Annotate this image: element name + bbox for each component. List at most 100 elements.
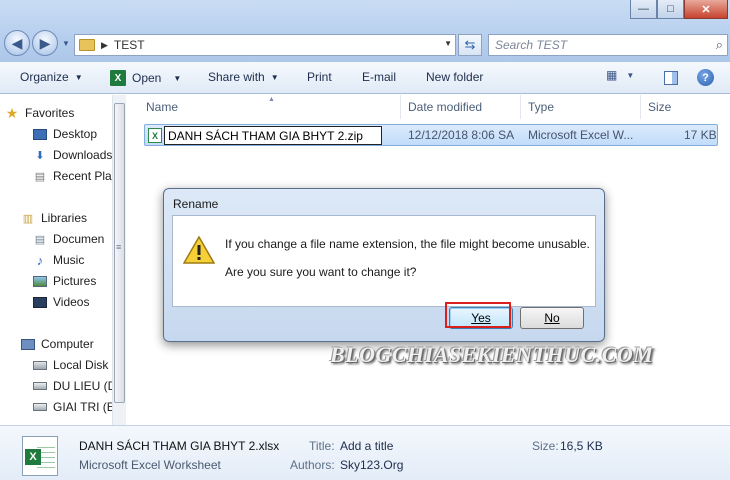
music-icon: ♪	[36, 252, 44, 268]
column-type[interactable]: Type	[528, 100, 554, 114]
navigation-pane: ★ Favorites Desktop ⬇ Downloads ▤ Recent…	[0, 95, 126, 425]
history-nav: ◀ ▶ ▼	[4, 30, 72, 56]
nav-giai-tri[interactable]: GIAI TRI (E:	[32, 400, 118, 414]
nav-du-lieu-label: DU LIEU (D	[53, 379, 117, 393]
file-row[interactable]: X DANH SÁCH THAM GIA BHYT 2.zip 12/12/20…	[144, 124, 718, 146]
no-button[interactable]: No	[520, 307, 584, 329]
excel-file-icon: X	[148, 128, 162, 143]
excel-file-large-icon: X	[22, 436, 58, 476]
rename-input[interactable]: DANH SÁCH THAM GIA BHYT 2.zip	[164, 126, 382, 145]
file-size: 17 KB	[684, 128, 717, 142]
search-placeholder: Search TEST	[495, 38, 568, 52]
drive-icon	[32, 379, 48, 393]
views-grid-icon: ▦	[606, 68, 618, 82]
nav-computer-label: Computer	[41, 337, 94, 351]
back-button[interactable]: ◀	[4, 30, 30, 56]
nav-videos-label: Videos	[53, 295, 90, 309]
forward-button[interactable]: ▶	[32, 30, 58, 56]
minimize-button[interactable]: —	[630, 0, 657, 19]
warning-icon	[183, 235, 215, 264]
star-icon: ★	[5, 104, 19, 121]
column-divider[interactable]	[640, 95, 641, 119]
nav-desktop-label: Desktop	[53, 127, 98, 141]
open-button[interactable]: X Open ▼	[110, 70, 181, 86]
dialog-message: If you change a file name extension, the…	[225, 237, 590, 251]
help-button[interactable]: ?	[697, 69, 714, 86]
column-date-modified[interactable]: Date modified	[408, 100, 482, 114]
file-date: 12/12/2018 8:06 SA	[408, 128, 515, 142]
column-headers: Name Date modified Type Size	[137, 95, 730, 119]
nav-downloads[interactable]: ⬇ Downloads	[32, 148, 112, 162]
window-chrome: — □ ✕ ◀ ▶ ▼ ▶ TEST ▼ ⇆ Search TEST ⌕	[0, 0, 730, 62]
help-icon: ?	[697, 69, 714, 86]
nav-libraries[interactable]: ▥ Libraries	[20, 211, 87, 225]
chevron-down-icon: ▼	[74, 72, 83, 82]
search-input[interactable]: Search TEST ⌕	[488, 34, 728, 56]
window-controls: — □ ✕	[630, 0, 728, 20]
email-button[interactable]: E-mail	[362, 70, 396, 84]
maximize-button[interactable]: □	[657, 0, 684, 19]
nav-pictures-label: Pictures	[53, 274, 97, 288]
column-size[interactable]: Size	[648, 100, 671, 114]
details-filetype: Microsoft Excel Worksheet	[79, 458, 221, 472]
file-type: Microsoft Excel W...	[528, 128, 634, 142]
details-pane: X DANH SÁCH THAM GIA BHYT 2.xlsx Microso…	[0, 425, 730, 480]
views-button[interactable]: ▦ ▼	[606, 68, 634, 82]
share-with-button[interactable]: Share with ▼	[208, 70, 279, 84]
nav-scrollbar-thumb[interactable]	[114, 103, 125, 403]
downloads-icon: ⬇	[35, 149, 45, 162]
refresh-button[interactable]: ⇆	[458, 34, 482, 56]
nav-computer[interactable]: Computer	[20, 337, 94, 351]
nav-downloads-label: Downloads	[53, 148, 113, 162]
nav-favorites-label: Favorites	[25, 106, 75, 120]
organize-label: Organize	[20, 70, 69, 84]
watermark: BLOGCHIASEKIENTHUC.COM	[330, 342, 654, 367]
nav-favorites[interactable]: ★ Favorites	[4, 104, 75, 121]
nav-pictures[interactable]: Pictures	[32, 274, 96, 288]
nav-libraries-label: Libraries	[41, 211, 88, 225]
chevron-down-icon: ▼	[270, 72, 279, 82]
yes-button-highlight	[445, 302, 511, 328]
nav-recent-places[interactable]: ▤ Recent Plac	[32, 169, 118, 183]
new-folder-button[interactable]: New folder	[426, 70, 483, 84]
breadcrumb-chevron-icon[interactable]: ▶	[101, 40, 108, 51]
preview-pane-button[interactable]	[664, 71, 678, 85]
recent-pages-dropdown[interactable]: ▼	[60, 39, 72, 48]
libraries-icon: ▥	[22, 212, 34, 225]
print-button[interactable]: Print	[307, 70, 332, 84]
nav-du-lieu[interactable]: DU LIEU (D	[32, 379, 116, 393]
details-size-value: 16,5 KB	[560, 439, 603, 453]
pictures-icon	[32, 274, 48, 288]
column-name[interactable]: Name	[146, 100, 178, 114]
details-title-label: Title:	[309, 439, 335, 453]
dialog-title: Rename	[173, 197, 219, 211]
close-button[interactable]: ✕	[684, 0, 728, 19]
organize-button[interactable]: Organize ▼	[20, 70, 83, 84]
details-authors-value[interactable]: Sky123.Org	[340, 458, 403, 472]
command-bar: Organize ▼ X Open ▼ Share with ▼ Print E-ma…	[0, 62, 730, 94]
nav-scrollbar[interactable]	[112, 95, 126, 425]
column-divider[interactable]	[520, 95, 521, 119]
nav-documents[interactable]: ▤ Documen	[32, 232, 105, 246]
desktop-icon	[32, 127, 48, 141]
recent-places-icon: ▤	[34, 170, 46, 183]
nav-desktop[interactable]: Desktop	[32, 127, 97, 141]
address-dropdown-icon[interactable]: ▼	[444, 39, 452, 48]
search-icon[interactable]: ⌕	[716, 37, 723, 53]
sort-ascending-icon: ▲	[268, 96, 275, 103]
details-title-value[interactable]: Add a title	[340, 439, 393, 453]
address-bar[interactable]: ▶ TEST ▼	[74, 34, 456, 56]
nav-music[interactable]: ♪ Music	[32, 252, 85, 268]
computer-icon	[20, 337, 36, 351]
windows-drive-icon	[32, 358, 48, 372]
nav-giai-tri-label: GIAI TRI (E:	[53, 400, 119, 414]
dialog-buttons: Yes No	[172, 307, 596, 335]
arrow-left-icon: ◀	[11, 34, 23, 51]
dialog-body: If you change a file name extension, the…	[172, 215, 596, 307]
column-divider[interactable]	[400, 95, 401, 119]
nav-local-disk[interactable]: Local Disk	[32, 358, 108, 372]
breadcrumb-test[interactable]: TEST	[114, 38, 145, 52]
details-size-label: Size:	[532, 439, 559, 453]
folder-icon	[79, 39, 95, 51]
nav-videos[interactable]: Videos	[32, 295, 89, 309]
